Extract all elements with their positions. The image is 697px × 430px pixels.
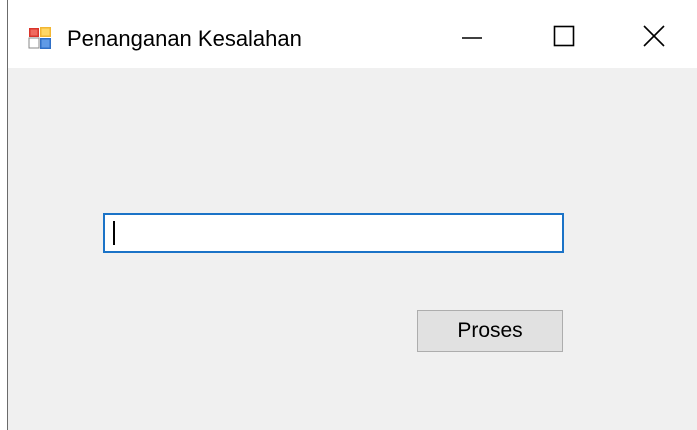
- window-title: Penanganan Kesalahan: [67, 26, 302, 51]
- minimize-button[interactable]: [426, 4, 518, 68]
- text-input[interactable]: [103, 213, 564, 253]
- minimize-icon: [462, 37, 482, 39]
- app-window: Penanganan Kesalahan Proses: [7, 0, 697, 430]
- title-bar[interactable]: Penanganan Kesalahan: [8, 0, 697, 68]
- proses-button[interactable]: Proses: [417, 310, 563, 352]
- app-icon: [28, 26, 52, 50]
- maximize-button[interactable]: [518, 4, 610, 68]
- maximize-icon: [553, 25, 575, 47]
- close-icon: [643, 25, 665, 47]
- text-caret: [113, 221, 115, 245]
- close-button[interactable]: [608, 4, 697, 68]
